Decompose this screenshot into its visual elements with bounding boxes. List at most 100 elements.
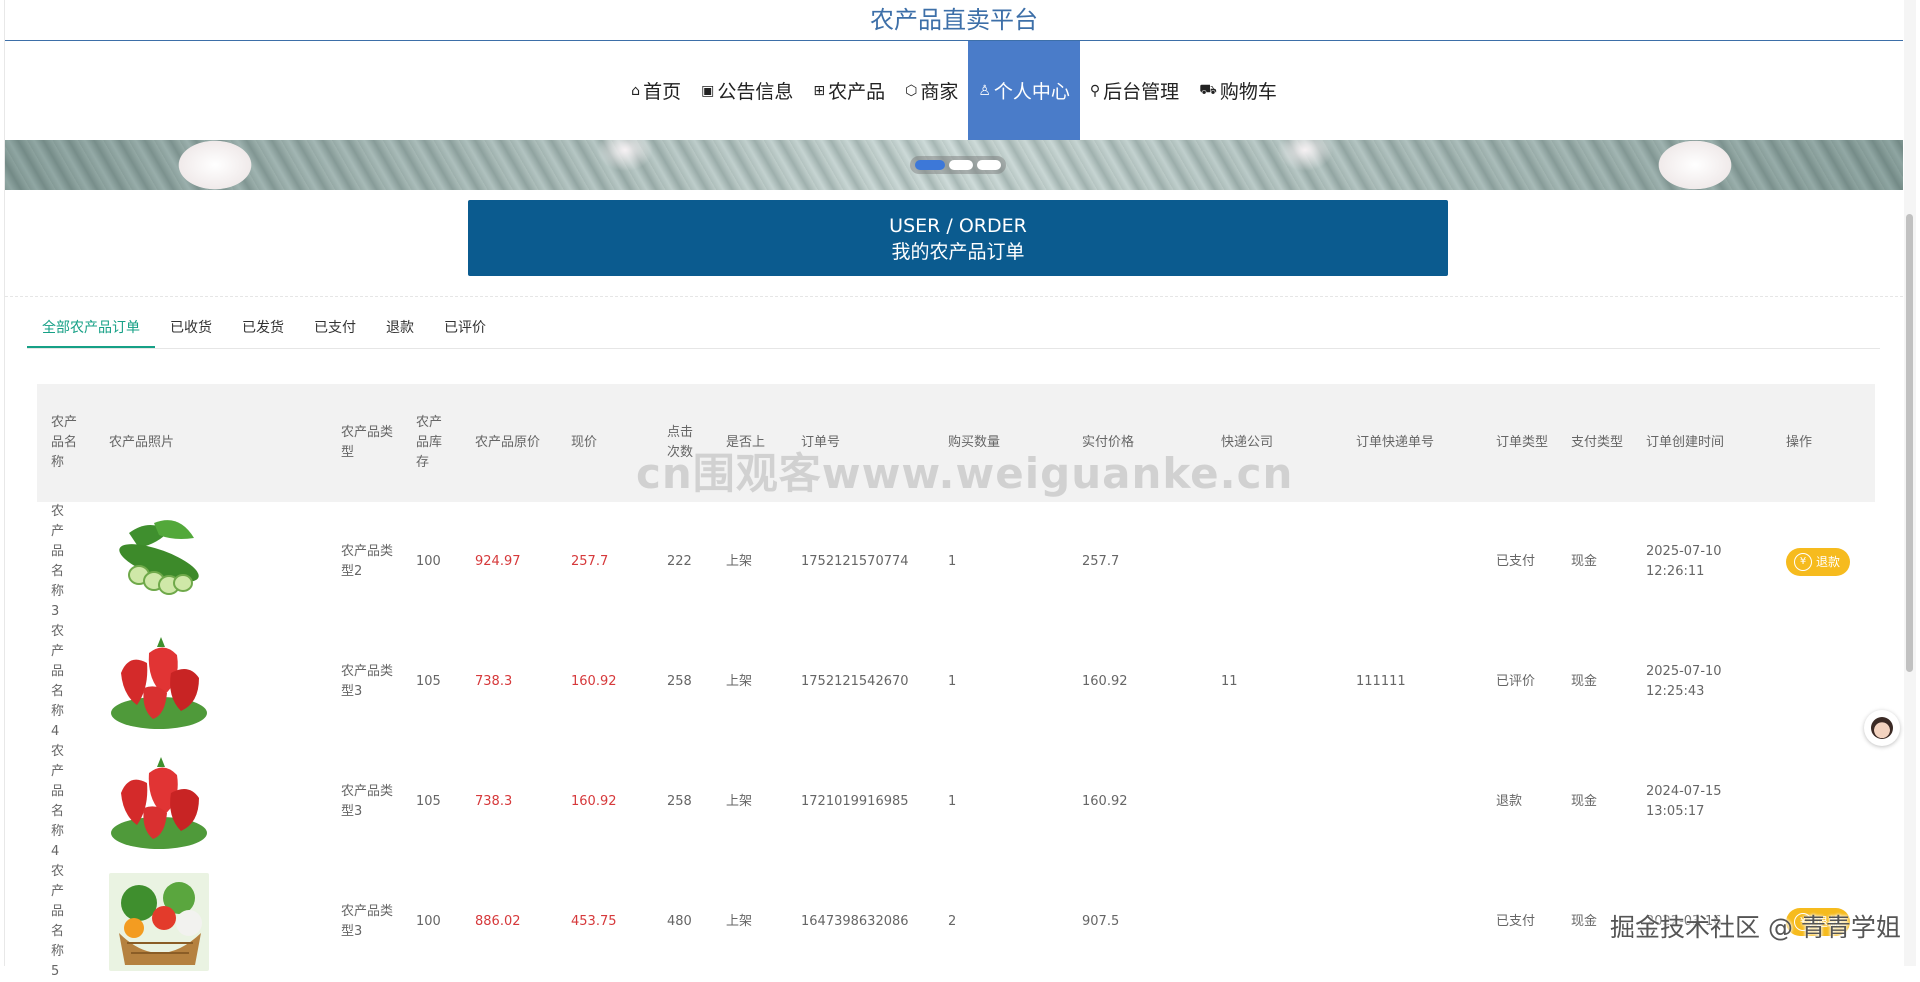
cell-text: 上架 bbox=[726, 794, 753, 809]
nav-item-6[interactable]: ⚲ 后台管理 bbox=[1080, 41, 1189, 140]
product-photo[interactable] bbox=[109, 633, 319, 731]
cell-order-no: 1752121570774 bbox=[787, 502, 934, 622]
cell-text: 上架 bbox=[726, 674, 753, 689]
column-header: 是否上 bbox=[726, 435, 766, 450]
cell-order-no: 1647398632086 bbox=[787, 862, 934, 982]
cell-text: 农产品类型3 bbox=[341, 784, 394, 819]
tab-5[interactable]: 退款 bbox=[371, 308, 429, 348]
order-header-cn: 我的农产品订单 bbox=[891, 241, 1025, 263]
cell-text: 已支付 bbox=[1496, 914, 1536, 929]
nav-item-3[interactable]: ⊞ 农产品 bbox=[803, 41, 895, 140]
cell-clicks: 258 bbox=[653, 622, 712, 742]
cell-text: 已评价 bbox=[1496, 674, 1536, 689]
cell-text: 738.3 bbox=[475, 674, 513, 689]
nav-item-label: 公告信息 bbox=[717, 81, 794, 103]
yen-coin-icon: ¥ bbox=[1794, 553, 1812, 571]
cell-status: 上架 bbox=[712, 502, 787, 622]
cell-text: 1752121570774 bbox=[801, 554, 909, 569]
cell-text: 258 bbox=[667, 794, 692, 809]
cell-text: 100 bbox=[416, 914, 441, 929]
cell-orig-price: 738.3 bbox=[461, 742, 557, 862]
cell-text: 160.92 bbox=[571, 674, 617, 689]
avatar-face-icon bbox=[1871, 717, 1893, 739]
cell-type: 农产品类型2 bbox=[327, 502, 402, 622]
table-row: 农产品名称3 农产品类型2 100 924.97 257.7 222 上架 175212157… bbox=[37, 502, 1875, 622]
cell-text: 105 bbox=[416, 674, 441, 689]
main-nav: ⌂ 首页 ▣ 公告信息 ⊞ 农产品 ⬡ 商家 ♙ 个人中心 ⚲ 后台管理 ⛟ 购物车 bbox=[5, 41, 1903, 140]
cell-text: 1 bbox=[948, 674, 957, 689]
nav-item-label: 后台管理 bbox=[1103, 81, 1180, 103]
cell-photo bbox=[95, 502, 327, 622]
cell-created: 2025-07-10 12:26:11 bbox=[1632, 502, 1772, 622]
tab-3[interactable]: 已发货 bbox=[227, 308, 299, 348]
tab-6[interactable]: 已评价 bbox=[429, 308, 501, 348]
cell-stock: 100 bbox=[402, 862, 461, 982]
cell-pay-type: 现金 bbox=[1557, 622, 1632, 742]
cell-qty: 2 bbox=[934, 862, 1068, 982]
cell-text: 160.92 bbox=[1082, 674, 1128, 689]
carousel-dot-2[interactable] bbox=[949, 160, 973, 170]
cell-price: 257.7 bbox=[557, 502, 653, 622]
refund-button[interactable]: ¥ 退款 bbox=[1786, 548, 1851, 576]
nav-item-4[interactable]: ⬡ 商家 bbox=[895, 41, 968, 140]
nav-item-label: 农产品 bbox=[828, 81, 886, 103]
cell-paid: 907.5 bbox=[1068, 862, 1207, 982]
nav-item-5[interactable]: ♙ 个人中心 bbox=[968, 41, 1080, 140]
order-tabs: 全部农产品订单 已收货 已发货 已支付 退款 已评价 bbox=[27, 308, 1880, 349]
carousel-dot-3[interactable] bbox=[977, 160, 1001, 170]
nav-item-2[interactable]: ▣ 公告信息 bbox=[691, 41, 803, 140]
cell-paid: 257.7 bbox=[1068, 502, 1207, 622]
user-icon: ♙ bbox=[978, 82, 991, 99]
product-photo[interactable] bbox=[109, 753, 319, 851]
order-section-header: USER / ORDER 我的农产品订单 bbox=[468, 200, 1448, 276]
column-header: 订单号 bbox=[801, 435, 841, 450]
cell-type: 农产品类型3 bbox=[327, 742, 402, 862]
nav-item-7[interactable]: ⛟ 购物车 bbox=[1189, 41, 1287, 140]
tab-4[interactable]: 已支付 bbox=[299, 308, 371, 348]
cell-order-no: 1752121542670 bbox=[787, 622, 934, 742]
carousel-dot-1[interactable] bbox=[915, 160, 945, 170]
tab-1[interactable]: 全部农产品订单 bbox=[27, 308, 155, 348]
nav-item-label: 首页 bbox=[643, 81, 682, 103]
product-photo[interactable] bbox=[109, 513, 319, 611]
notice-icon: ▣ bbox=[701, 82, 715, 99]
cell-clicks: 258 bbox=[653, 742, 712, 862]
page-scrollbar[interactable] bbox=[1904, 0, 1916, 966]
refund-button[interactable]: ¥ 退款 bbox=[1786, 908, 1851, 936]
nav-item-label: 购物车 bbox=[1219, 81, 1277, 103]
cell-text: 1752121542670 bbox=[801, 674, 909, 689]
cell-name: 农产品名称5 bbox=[37, 862, 95, 982]
cell-text: 886.02 bbox=[475, 914, 521, 929]
tab-2[interactable]: 已收货 bbox=[155, 308, 227, 348]
cell-status: 上架 bbox=[712, 622, 787, 742]
cell-text: 160.92 bbox=[571, 794, 617, 809]
column-header: 订单类型 bbox=[1496, 435, 1549, 450]
column-header: 农产品名称 bbox=[51, 415, 78, 470]
cell-text: 农产品类型3 bbox=[341, 664, 394, 699]
cell-order-type: 已评价 bbox=[1482, 622, 1557, 742]
cell-qty: 1 bbox=[934, 742, 1068, 862]
cell-text: 上架 bbox=[726, 554, 753, 569]
cell-name: 农产品名称3 bbox=[37, 502, 95, 622]
cell-text: 160.92 bbox=[1082, 794, 1128, 809]
cell-text: 100 bbox=[416, 554, 441, 569]
cell-pay-type: 现金 bbox=[1557, 742, 1632, 862]
nav-item-1[interactable]: ⌂ 首页 bbox=[621, 41, 691, 140]
gift-icon: ⊞ bbox=[813, 82, 826, 99]
cell-express bbox=[1207, 502, 1342, 622]
cell-text: 738.3 bbox=[475, 794, 513, 809]
cell-order-type: 已支付 bbox=[1482, 862, 1557, 982]
cell-express bbox=[1207, 862, 1342, 982]
cell-created: 2025-07-10 12:25:43 bbox=[1632, 622, 1772, 742]
column-header: 农产品照片 bbox=[109, 435, 175, 450]
order-table: 农产品名称 农产品照片 农产品类型 农产品库存 农产品原价 现价 点击次数 是否上 订单号 购买数… bbox=[37, 384, 1875, 982]
product-photo[interactable] bbox=[109, 873, 319, 971]
assistant-avatar[interactable] bbox=[1864, 710, 1900, 746]
cell-status: 上架 bbox=[712, 862, 787, 982]
column-header: 现价 bbox=[571, 435, 598, 450]
cell-text: 257.7 bbox=[1082, 554, 1120, 569]
cell-price: 160.92 bbox=[557, 622, 653, 742]
scroll-thumb[interactable] bbox=[1906, 214, 1913, 672]
page: 农产品直卖平台 ⌂ 首页 ▣ 公告信息 ⊞ 农产品 ⬡ 商家 ♙ 个人中心 ⚲ 后台管理 ⛟ 购物车 US… bbox=[4, 0, 1903, 979]
cell-order-type: 已支付 bbox=[1482, 502, 1557, 622]
